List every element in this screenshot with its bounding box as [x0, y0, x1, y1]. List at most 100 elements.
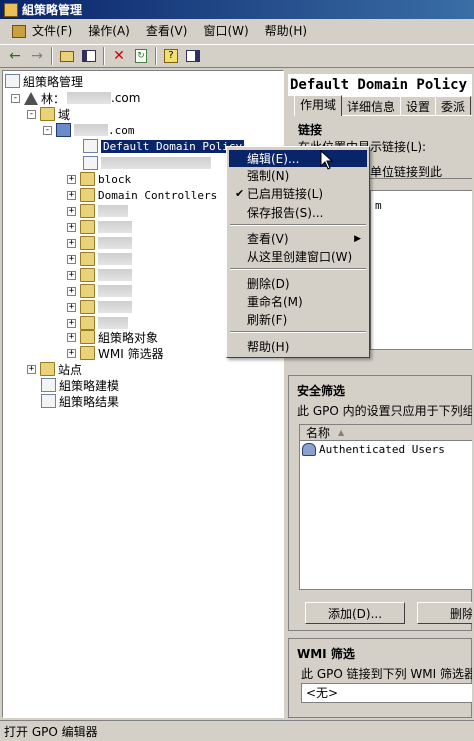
- forward-icon[interactable]: →: [26, 46, 48, 66]
- links-header: 链接: [298, 123, 323, 137]
- tree-ou[interactable]: +: [67, 299, 132, 315]
- expand-icon[interactable]: +: [67, 206, 76, 216]
- tree-modeling[interactable]: 組策略建模: [41, 377, 119, 393]
- tree-domain-controllers[interactable]: + Domain Controllers: [67, 187, 217, 203]
- refresh-icon[interactable]: ↻: [130, 46, 152, 66]
- menu-item-new-window[interactable]: 从这里创建窗口(W): [229, 248, 367, 265]
- security-filtering-section: 安全筛选 此 GPO 内的设置只应用于下列组 名称 ▲ Authenticate…: [288, 375, 472, 631]
- redacted-text: [98, 269, 132, 281]
- wmi-filtering-header: WMI 筛选: [297, 647, 355, 661]
- tree-ou[interactable]: +: [67, 267, 132, 283]
- links-list-item[interactable]: m: [375, 199, 382, 212]
- expand-icon[interactable]: +: [67, 254, 76, 264]
- back-icon[interactable]: ←: [4, 46, 26, 66]
- checkmark-icon: ✔: [235, 187, 245, 200]
- menu-item-rename[interactable]: 重命名(M): [229, 293, 367, 310]
- remove-button[interactable]: 删除: [417, 602, 472, 624]
- menu-item-refresh[interactable]: 刷新(F): [229, 311, 367, 328]
- expand-icon[interactable]: +: [67, 222, 76, 232]
- menu-file[interactable]: 文件(F): [4, 22, 80, 40]
- menu-item-save-report[interactable]: 保存报告(S)...: [229, 204, 367, 221]
- help-icon[interactable]: ?: [160, 46, 182, 66]
- tab-delegation[interactable]: 委派: [435, 96, 472, 116]
- redacted-text: [98, 317, 128, 329]
- domain-icon: [56, 123, 71, 137]
- redacted-text: [98, 285, 132, 297]
- links-list[interactable]: m: [370, 190, 472, 350]
- tree-root[interactable]: 組策略管理: [5, 73, 83, 89]
- menu-window[interactable]: 窗口(W): [195, 22, 256, 40]
- expand-icon[interactable]: +: [67, 332, 76, 342]
- menu-item-link-enabled[interactable]: ✔ 已启用链接(L): [229, 185, 367, 202]
- toolbar-separator: [51, 47, 53, 65]
- expand-icon[interactable]: +: [27, 364, 36, 374]
- collapse-icon[interactable]: -: [11, 93, 20, 103]
- redacted-text: [74, 124, 108, 136]
- delete-icon[interactable]: ✕: [108, 46, 130, 66]
- links-divider: [370, 178, 472, 179]
- toolbar-separator: [155, 47, 157, 65]
- security-list[interactable]: 名称 ▲ Authenticated Users: [299, 424, 472, 590]
- redacted-text: [98, 253, 132, 265]
- menu-item-delete[interactable]: 删除(D): [229, 275, 367, 292]
- tree-ou-block[interactable]: + block: [67, 171, 131, 187]
- tree-gpo-link[interactable]: [83, 155, 211, 171]
- tree-ou[interactable]: +: [67, 283, 132, 299]
- list-item[interactable]: Authenticated Users: [300, 441, 472, 457]
- ou-icon: [80, 268, 95, 282]
- menu-action[interactable]: 操作(A): [80, 22, 138, 40]
- tree-ou[interactable]: +: [67, 251, 132, 267]
- menu-view[interactable]: 查看(V): [138, 22, 196, 40]
- tree-results[interactable]: 組策略结果: [41, 393, 119, 409]
- ou-icon: [80, 316, 95, 330]
- folder-icon: [40, 107, 55, 121]
- up-folder-icon[interactable]: [56, 46, 78, 66]
- show-hide-tree-icon[interactable]: [78, 46, 100, 66]
- expand-icon[interactable]: +: [67, 190, 76, 200]
- tree-sites[interactable]: + 站点: [27, 361, 82, 377]
- ou-icon: [80, 300, 95, 314]
- tab-settings[interactable]: 设置: [400, 96, 437, 116]
- menu-item-help[interactable]: 帮助(H): [229, 338, 367, 355]
- gpo-title: Default Domain Policy: [288, 74, 472, 96]
- tree-wmi-filters[interactable]: + WMI 筛选器: [67, 345, 164, 361]
- expand-icon[interactable]: +: [67, 348, 76, 358]
- expand-icon[interactable]: +: [67, 318, 76, 328]
- tree-default-domain-policy[interactable]: Default Domain Policy: [83, 138, 246, 154]
- expand-icon[interactable]: +: [67, 286, 76, 296]
- tab-details[interactable]: 详细信息: [341, 96, 402, 116]
- tab-scope[interactable]: 作用域: [294, 95, 343, 116]
- menu-help[interactable]: 帮助(H): [257, 22, 315, 40]
- expand-icon[interactable]: +: [67, 270, 76, 280]
- column-header-name[interactable]: 名称 ▲: [300, 425, 472, 441]
- tree-ou[interactable]: +: [67, 235, 132, 251]
- add-button[interactable]: 添加(D)...: [305, 602, 405, 624]
- tree-forest[interactable]: - 林： .com: [11, 90, 140, 106]
- tree-gpo-objects[interactable]: + 組策略对象: [67, 329, 158, 345]
- expand-icon[interactable]: +: [67, 174, 76, 184]
- wmi-filter-select[interactable]: <无>: [301, 683, 472, 703]
- wmi-filtering-desc: 此 GPO 链接到下列 WMI 筛选器: [301, 667, 472, 681]
- tree-ou[interactable]: +: [67, 203, 128, 219]
- sort-arrow-icon: ▲: [338, 428, 345, 437]
- title-bar: 組策略管理: [0, 0, 474, 19]
- submenu-arrow-icon: ▶: [354, 233, 361, 244]
- menu-item-enforce[interactable]: 强制(N): [229, 167, 367, 184]
- collapse-icon[interactable]: -: [43, 125, 52, 135]
- collapse-icon[interactable]: -: [27, 109, 36, 119]
- tree-domains[interactable]: - 域: [27, 106, 70, 122]
- tree-ou[interactable]: +: [67, 219, 132, 235]
- status-bar: 打开 GPO 编辑器: [0, 720, 474, 741]
- console-icon[interactable]: [182, 46, 204, 66]
- gpo-container-icon: [80, 330, 95, 344]
- ou-icon: [80, 252, 95, 266]
- expand-icon[interactable]: +: [67, 302, 76, 312]
- ou-icon: [80, 204, 95, 218]
- expand-icon[interactable]: +: [67, 238, 76, 248]
- menu-item-view[interactable]: 查看(V) ▶: [229, 230, 367, 247]
- menu-item-edit[interactable]: 编辑(E)...: [229, 150, 367, 167]
- menu-separator: [230, 268, 366, 270]
- toolbar: ← → ✕ ↻ ?: [0, 44, 474, 68]
- console-menu-icon[interactable]: [12, 24, 26, 38]
- tree-domain[interactable]: - .com: [43, 122, 135, 138]
